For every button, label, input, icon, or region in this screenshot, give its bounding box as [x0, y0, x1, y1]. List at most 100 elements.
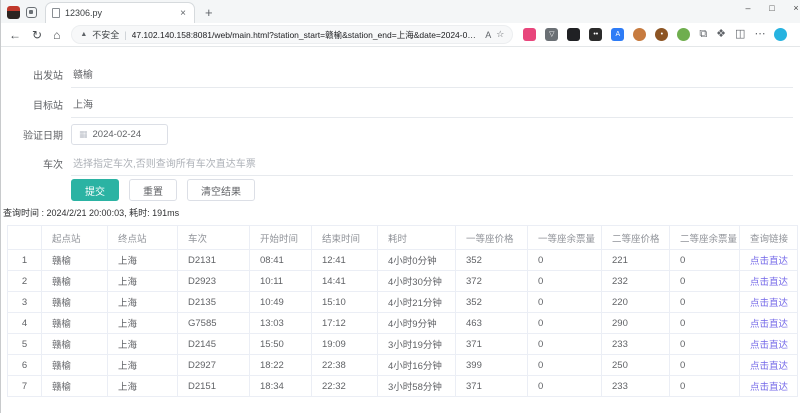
- direct-link[interactable]: 点击直达: [750, 382, 788, 393]
- table-row: 1赣榆上海D213108:4112:414小时0分钟35202210点击直达: [8, 250, 798, 271]
- tab-groups-icon[interactable]: ⧉: [699, 28, 707, 41]
- extension-cookie-icon[interactable]: [633, 28, 646, 41]
- copilot-icon[interactable]: [774, 28, 787, 41]
- table-cell: 5: [8, 334, 42, 355]
- target-station-value: 上海: [73, 96, 93, 111]
- direct-link[interactable]: 点击直达: [750, 298, 788, 309]
- table-cell: 0: [670, 313, 740, 334]
- table-cell: 点击直达: [740, 250, 798, 271]
- table-row: 7赣榆上海D215118:3422:323小时58分钟37102330点击直达: [8, 376, 798, 397]
- profile-avatar[interactable]: [7, 6, 20, 19]
- table-cell: 点击直达: [740, 355, 798, 376]
- table-cell: 赣榆: [42, 355, 108, 376]
- clear-results-button[interactable]: 清空结果: [187, 179, 255, 201]
- train-number-label: 车次: [1, 156, 63, 171]
- submit-button[interactable]: 提交: [71, 179, 119, 201]
- reload-icon[interactable]: ↻: [32, 29, 42, 41]
- column-header: 结束时间: [312, 226, 378, 250]
- table-cell: 赣榆: [42, 250, 108, 271]
- workspaces-icon[interactable]: [26, 7, 37, 18]
- column-header: 二等座价格: [602, 226, 670, 250]
- favorite-star-icon[interactable]: ☆: [496, 29, 504, 40]
- table-cell: 0: [670, 271, 740, 292]
- verify-date-value: 2024-02-24: [93, 129, 142, 140]
- table-cell: 赣榆: [42, 292, 108, 313]
- column-header: 查询链接: [740, 226, 798, 250]
- query-status-text: 查询时间 : 2024/2/21 20:00:03, 耗时: 191ms: [3, 206, 179, 219]
- departure-station-input[interactable]: 赣榆: [71, 60, 793, 88]
- extension-green-icon[interactable]: [677, 28, 690, 41]
- shapes-icon[interactable]: ❖: [716, 28, 726, 41]
- extension-cookie2-icon[interactable]: •: [655, 28, 668, 41]
- close-button[interactable]: ×: [784, 0, 800, 16]
- table-cell: 352: [456, 250, 528, 271]
- table-cell: D2135: [178, 292, 250, 313]
- browser-tab[interactable]: 12306.py ×: [45, 2, 195, 23]
- direct-link[interactable]: 点击直达: [750, 319, 788, 330]
- tab-close-icon[interactable]: ×: [178, 8, 188, 19]
- table-cell: 232: [602, 271, 670, 292]
- table-cell: 上海: [108, 376, 178, 397]
- extension-dark-icon[interactable]: [567, 28, 580, 41]
- direct-link[interactable]: 点击直达: [750, 277, 788, 288]
- column-header: 一等座余票量: [528, 226, 602, 250]
- tab-title: 12306.py: [65, 8, 173, 18]
- table-cell: 赣榆: [42, 271, 108, 292]
- table-cell: 17:12: [312, 313, 378, 334]
- column-header: [8, 226, 42, 250]
- address-bar[interactable]: ▲ 不安全 | 47.102.140.158:8081/web/main.htm…: [71, 25, 513, 44]
- departure-station-value: 赣榆: [73, 66, 93, 81]
- extension-monkey-icon[interactable]: ••: [589, 28, 602, 41]
- form-buttons: 提交 重置 清空结果: [71, 179, 255, 201]
- table-cell: 18:34: [250, 376, 312, 397]
- warning-icon: ▲: [80, 31, 87, 38]
- table-cell: 15:10: [312, 292, 378, 313]
- table-cell: 点击直达: [740, 376, 798, 397]
- table-cell: 上海: [108, 250, 178, 271]
- results-table: 起点站终点站车次开始时间结束时间耗时一等座价格一等座余票量二等座价格二等座余票量…: [7, 225, 798, 397]
- more-icon[interactable]: ⋯: [754, 28, 765, 41]
- maximize-button[interactable]: □: [760, 0, 784, 16]
- table-cell: 7: [8, 376, 42, 397]
- document-icon: [52, 8, 60, 18]
- url-text[interactable]: 47.102.140.158:8081/web/main.html?statio…: [132, 29, 481, 41]
- table-cell: 上海: [108, 334, 178, 355]
- verify-date-input[interactable]: ▦ 2024-02-24: [71, 124, 168, 145]
- table-cell: 0: [528, 313, 602, 334]
- extension-shield-icon[interactable]: ▽: [545, 28, 558, 41]
- security-label[interactable]: 不安全: [92, 28, 119, 41]
- table-cell: 点击直达: [740, 313, 798, 334]
- direct-link[interactable]: 点击直达: [750, 256, 788, 267]
- back-icon[interactable]: ←: [9, 29, 21, 41]
- column-header: 终点站: [108, 226, 178, 250]
- direct-link[interactable]: 点击直达: [750, 340, 788, 351]
- reset-button[interactable]: 重置: [129, 179, 177, 201]
- home-icon[interactable]: ⌂: [53, 29, 60, 41]
- train-number-input[interactable]: 选择指定车次,否则查询所有车次直达车票: [71, 150, 793, 176]
- direct-link[interactable]: 点击直达: [750, 361, 788, 372]
- table-cell: 233: [602, 376, 670, 397]
- minimize-button[interactable]: –: [736, 0, 760, 16]
- table-cell: 13:03: [250, 313, 312, 334]
- table-cell: 4小时16分钟: [378, 355, 456, 376]
- table-cell: 250: [602, 355, 670, 376]
- table-cell: D2151: [178, 376, 250, 397]
- table-cell: 290: [602, 313, 670, 334]
- new-tab-button[interactable]: +: [205, 5, 213, 20]
- query-page: 出发站 赣榆 目标站 上海 验证日期 ▦ 2024-02-24 车次 选择指定车…: [1, 48, 800, 413]
- table-cell: 赣榆: [42, 334, 108, 355]
- extension-translate-icon[interactable]: А: [611, 28, 624, 41]
- train-number-row: 车次 选择指定车次,否则查询所有车次直达车票: [1, 150, 793, 176]
- browser-toolbar: ← ↻ ⌂ ▲ 不安全 | 47.102.140.158:8081/web/ma…: [1, 23, 800, 47]
- split-screen-icon[interactable]: ◫: [735, 28, 745, 41]
- extension-pink-icon[interactable]: [523, 28, 536, 41]
- target-station-input[interactable]: 上海: [71, 90, 793, 118]
- table-cell: 4: [8, 313, 42, 334]
- read-aloud-icon[interactable]: A: [485, 30, 491, 40]
- table-cell: 点击直达: [740, 292, 798, 313]
- table-cell: 15:50: [250, 334, 312, 355]
- table-cell: D2927: [178, 355, 250, 376]
- table-cell: 352: [456, 292, 528, 313]
- table-row: 4赣榆上海G758513:0317:124小时9分钟46302900点击直达: [8, 313, 798, 334]
- table-cell: G7585: [178, 313, 250, 334]
